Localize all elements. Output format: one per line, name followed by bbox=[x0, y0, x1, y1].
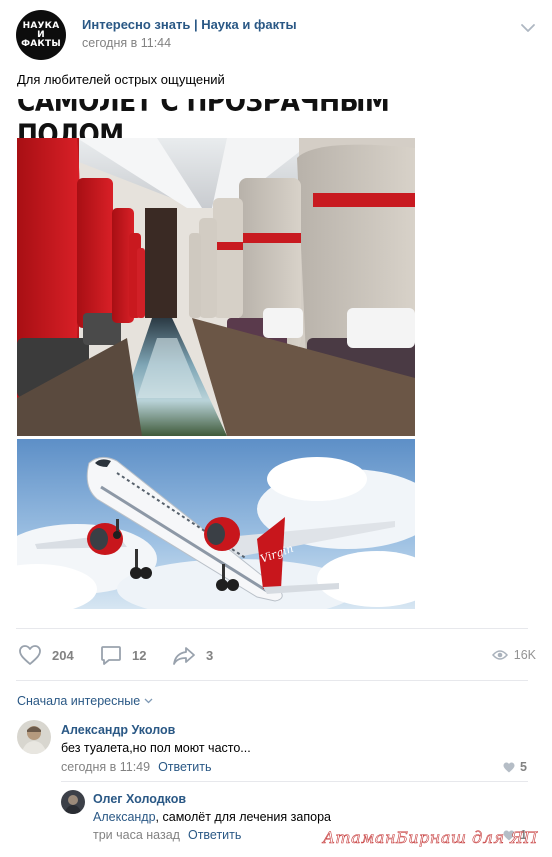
cabin-interior-image bbox=[17, 138, 415, 436]
heart-icon bbox=[503, 762, 515, 772]
avatar[interactable] bbox=[17, 720, 51, 754]
comment-author[interactable]: Олег Холодков bbox=[93, 792, 186, 806]
action-bar: 204 12 3 16K bbox=[16, 640, 536, 670]
reply-button[interactable]: Ответить bbox=[188, 828, 241, 842]
post-header: НАУКА И ФАКТЫ Интересно знать | Наука и … bbox=[16, 10, 536, 60]
comment: Александр Уколов без туалета,но пол моют… bbox=[17, 720, 528, 775]
divider-top bbox=[16, 628, 528, 629]
share-count: 3 bbox=[206, 647, 214, 663]
group-avatar-line-3: ФАКТЫ bbox=[21, 38, 61, 49]
heart-icon bbox=[19, 645, 41, 665]
chevron-down-icon bbox=[144, 698, 153, 704]
post-image[interactable]: САМОЛЕТ С ПРОЗРАЧНЫМ ПОЛОМ Virgin bbox=[17, 99, 415, 609]
eye-icon bbox=[491, 650, 508, 660]
share-icon bbox=[173, 647, 195, 665]
sort-label: Сначала интересные bbox=[17, 694, 141, 708]
like-count: 204 bbox=[52, 647, 74, 663]
post-time[interactable]: сегодня в 11:44 bbox=[82, 36, 171, 50]
group-name-link[interactable]: Интересно знать | Наука и факты bbox=[82, 17, 297, 32]
views-count: 16K bbox=[513, 648, 536, 662]
comment-meta: три часа назад Ответить bbox=[93, 828, 241, 842]
comment-text-body: , самолёт для лечения запора bbox=[155, 810, 331, 824]
chevron-down-icon[interactable] bbox=[520, 20, 536, 36]
comment-like-count: 5 bbox=[520, 760, 527, 774]
comment-count: 12 bbox=[132, 647, 147, 663]
image-title: САМОЛЕТ С ПРОЗРАЧНЫМ ПОЛОМ bbox=[17, 99, 390, 152]
views-counter: 16K bbox=[491, 640, 536, 670]
avatar[interactable] bbox=[61, 790, 85, 814]
reply-mention[interactable]: Александр bbox=[93, 810, 156, 824]
comment-button[interactable]: 12 bbox=[100, 640, 146, 670]
comment-time[interactable]: сегодня в 11:49 bbox=[61, 760, 150, 774]
share-button[interactable]: 3 bbox=[172, 640, 213, 670]
reply-button[interactable]: Ответить bbox=[158, 760, 211, 774]
comment-meta: сегодня в 11:49 Ответить bbox=[61, 760, 212, 774]
airplane-image: Virgin bbox=[17, 439, 415, 609]
comment-like-button[interactable]: 5 bbox=[503, 760, 527, 774]
comment-icon bbox=[101, 646, 121, 665]
divider-comment bbox=[61, 781, 528, 782]
watermark: АтаманБирнаш для ЯП bbox=[322, 828, 538, 848]
post-text: Для любителей острых ощущений bbox=[17, 72, 225, 87]
comment-text: Александр, самолёт для лечения запора bbox=[93, 810, 331, 824]
divider-comments bbox=[16, 680, 528, 681]
comment-time[interactable]: три часа назад bbox=[93, 828, 180, 842]
comment-author[interactable]: Александр Уколов bbox=[61, 723, 175, 737]
comments-sort-toggle[interactable]: Сначала интересные bbox=[17, 694, 153, 708]
like-button[interactable]: 204 bbox=[18, 640, 74, 670]
comment-text: без туалета,но пол моют часто... bbox=[61, 741, 251, 755]
group-avatar[interactable]: НАУКА И ФАКТЫ bbox=[16, 10, 66, 60]
